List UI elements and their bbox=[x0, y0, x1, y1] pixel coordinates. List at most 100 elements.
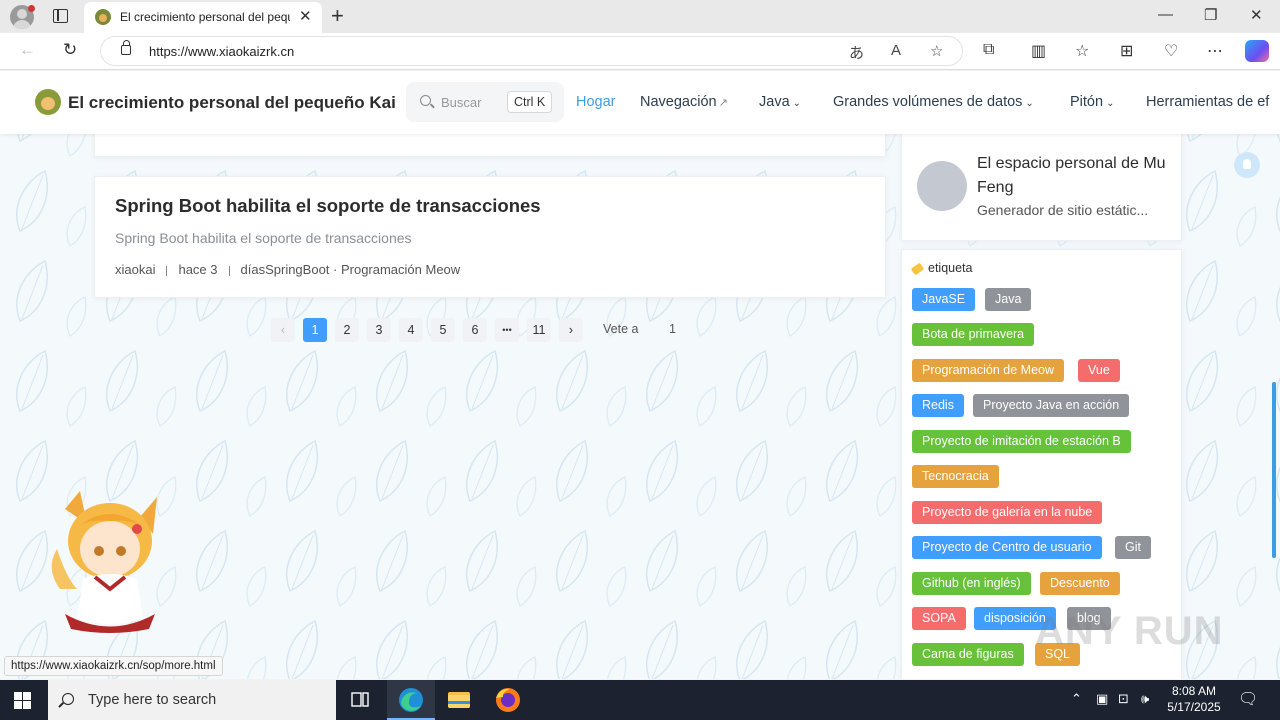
taskbar-search-placeholder: Type here to search bbox=[88, 692, 217, 708]
address-bar[interactable]: https://www.xiaokaizrk.cn あ A ☆ bbox=[100, 36, 963, 66]
nav-item-grandes-volumenes[interactable]: Grandes volúmenes de datos ⌄ bbox=[833, 94, 1034, 110]
external-link-icon: ↗ bbox=[718, 97, 728, 109]
status-bar-link: https://www.xiaokaizrk.cn/sop/more.html bbox=[4, 656, 223, 676]
extensions-icon[interactable]: ⧉ bbox=[983, 41, 994, 59]
tag-pill[interactable]: Github (en inglés) bbox=[912, 572, 1031, 595]
web-page: El crecimiento personal del pequeño Kai … bbox=[0, 71, 1280, 679]
post-time: hace 3 bbox=[178, 262, 218, 277]
windows-start-icon[interactable] bbox=[14, 692, 31, 709]
tag-pill[interactable]: JavaSE bbox=[912, 288, 976, 311]
post-author[interactable]: xiaokai bbox=[115, 262, 155, 277]
nav-item-hogar[interactable]: Hogar bbox=[576, 94, 616, 110]
divider bbox=[228, 265, 230, 276]
task-view-icon[interactable] bbox=[336, 680, 384, 720]
page-button-4[interactable]: 4 bbox=[399, 318, 423, 342]
floating-action-button[interactable] bbox=[1234, 152, 1260, 178]
goto-label: Vete a bbox=[603, 322, 639, 336]
close-icon[interactable]: ✕ bbox=[299, 7, 312, 25]
window-close-icon[interactable]: ✕ bbox=[1250, 6, 1263, 24]
network-icon[interactable]: ⊡ bbox=[1118, 691, 1129, 707]
nav-item-herramientas[interactable]: Herramientas de ef bbox=[1146, 94, 1269, 110]
tag-pill[interactable]: Redis bbox=[912, 394, 964, 417]
tab-actions-icon[interactable] bbox=[53, 9, 68, 23]
avatar[interactable] bbox=[917, 161, 967, 211]
post-meta: xiaokai hace 3 díasSpringBoot · Programaci… bbox=[115, 262, 460, 277]
tag-pill[interactable]: Proyecto de Centro de usuario bbox=[912, 536, 1102, 559]
site-title[interactable]: El crecimiento personal del pequeño Kai bbox=[68, 93, 396, 113]
browser-essentials-icon[interactable]: ♡ bbox=[1164, 41, 1178, 61]
search-icon bbox=[62, 693, 74, 705]
lock-icon[interactable] bbox=[121, 40, 131, 55]
goto-input[interactable]: 1 bbox=[669, 322, 676, 336]
file-explorer-taskbar-icon[interactable] bbox=[435, 680, 483, 720]
firefox-taskbar-icon[interactable] bbox=[484, 680, 532, 720]
post-card[interactable]: Spring Boot habilita el soporte de trans… bbox=[94, 176, 886, 298]
windows-taskbar: Type here to search ⌃ ▣ ⊡ 🕪 8:08 AM 5/17… bbox=[0, 680, 1280, 720]
collections-icon[interactable]: ⊞ bbox=[1120, 41, 1133, 61]
clock-date: 5/17/2025 bbox=[1167, 700, 1221, 714]
page-button-5[interactable]: 5 bbox=[431, 318, 455, 342]
page-button-3[interactable]: 3 bbox=[367, 318, 391, 342]
prev-page-button[interactable]: ‹ bbox=[271, 318, 295, 342]
next-page-button[interactable]: › bbox=[559, 318, 583, 342]
tag-pill[interactable]: Proyecto de galería en la nube bbox=[912, 501, 1103, 524]
nav-item-java[interactable]: Java ⌄ bbox=[759, 94, 801, 110]
mascot-image[interactable] bbox=[45, 489, 170, 634]
nav-item-piton[interactable]: Pitón ⌄ bbox=[1070, 94, 1114, 110]
nav-item-navegacion[interactable]: Navegación ↗ bbox=[640, 94, 728, 110]
tag-pill[interactable]: Vue bbox=[1078, 359, 1120, 382]
tag-pill[interactable]: Proyecto de imitación de estación B bbox=[912, 430, 1131, 453]
browser-tab[interactable]: El crecimiento personal del pequeño Kai … bbox=[84, 2, 322, 33]
back-icon[interactable]: ← bbox=[19, 40, 36, 60]
split-screen-icon[interactable]: ▥ bbox=[1031, 41, 1046, 61]
tag-pill[interactable]: Java bbox=[985, 288, 1032, 311]
tag-pill[interactable]: Tecnocracia bbox=[912, 465, 999, 488]
taskbar-search-box[interactable]: Type here to search bbox=[48, 680, 336, 720]
url-text[interactable]: https://www.xiaokaizrk.cn bbox=[149, 44, 294, 59]
page-button-6[interactable]: 6 bbox=[463, 318, 487, 342]
chevron-down-icon: ⌄ bbox=[1106, 98, 1115, 109]
notification-dot bbox=[28, 5, 35, 12]
volume-icon[interactable]: 🕪 bbox=[1141, 691, 1149, 707]
page-ellipsis-button[interactable]: ••• bbox=[495, 318, 519, 342]
tag-pill[interactable]: Git bbox=[1115, 536, 1151, 559]
favorite-star-icon[interactable]: ☆ bbox=[930, 42, 943, 60]
post-description: Spring Boot habilita el soporte de trans… bbox=[115, 230, 412, 246]
tag-pill[interactable]: Proyecto Java en acción bbox=[973, 394, 1130, 417]
post-tags[interactable]: díasSpringBoot · Programación Meow bbox=[241, 262, 461, 277]
site-header: El crecimiento personal del pequeño Kai … bbox=[0, 71, 1280, 134]
search-box[interactable]: Buscar Ctrl K bbox=[406, 82, 564, 122]
refresh-icon[interactable]: ↻ bbox=[63, 40, 77, 60]
read-aloud-icon[interactable]: A bbox=[891, 42, 901, 59]
tag-pill[interactable]: SOPA bbox=[912, 607, 966, 630]
favorites-icon[interactable]: ☆ bbox=[1075, 41, 1089, 61]
page-button-1[interactable]: 1 bbox=[303, 318, 327, 342]
clock-time: 8:08 AM bbox=[1171, 684, 1217, 698]
profile-name: El espacio personal de Mu Feng bbox=[977, 155, 1166, 196]
more-icon[interactable]: ⋯ bbox=[1207, 41, 1223, 61]
tag-pill[interactable]: Programación de Meow bbox=[912, 359, 1065, 382]
maximize-icon[interactable]: ❐ bbox=[1204, 6, 1217, 24]
tag-pill[interactable]: Descuento bbox=[1040, 572, 1120, 595]
new-tab-icon[interactable]: + bbox=[331, 3, 344, 29]
copilot-icon[interactable] bbox=[1245, 40, 1269, 62]
chevron-up-icon[interactable]: ⌃ bbox=[1071, 691, 1082, 707]
page-button-11[interactable]: 11 bbox=[527, 318, 551, 342]
tag-pill[interactable]: Cama de figuras bbox=[912, 643, 1024, 666]
browser-tab-bar: El crecimiento personal del pequeño Kai … bbox=[0, 0, 1280, 33]
address-toolbar: ← ↻ https://www.xiaokaizrk.cn あ A ☆ ⧉ ▥ … bbox=[0, 33, 1280, 70]
chevron-down-icon: ⌄ bbox=[792, 98, 802, 109]
taskbar-clock[interactable]: 8:08 AM 5/17/2025 bbox=[1166, 683, 1222, 715]
post-title[interactable]: Spring Boot habilita el soporte de trans… bbox=[115, 195, 541, 217]
scrollbar-thumb[interactable] bbox=[1272, 382, 1276, 558]
site-logo[interactable] bbox=[35, 89, 61, 115]
page-button-2[interactable]: 2 bbox=[335, 318, 359, 342]
translate-icon[interactable]: あ bbox=[849, 42, 864, 63]
minimize-icon[interactable]: — bbox=[1158, 6, 1173, 23]
device-icon[interactable]: ▣ bbox=[1096, 691, 1108, 707]
search-icon bbox=[420, 95, 431, 106]
tag-pill[interactable]: Bota de primavera bbox=[912, 323, 1035, 346]
edge-taskbar-icon[interactable] bbox=[387, 680, 435, 720]
notifications-icon[interactable]: 🗨 bbox=[1238, 689, 1258, 709]
tag-icon bbox=[910, 262, 925, 276]
